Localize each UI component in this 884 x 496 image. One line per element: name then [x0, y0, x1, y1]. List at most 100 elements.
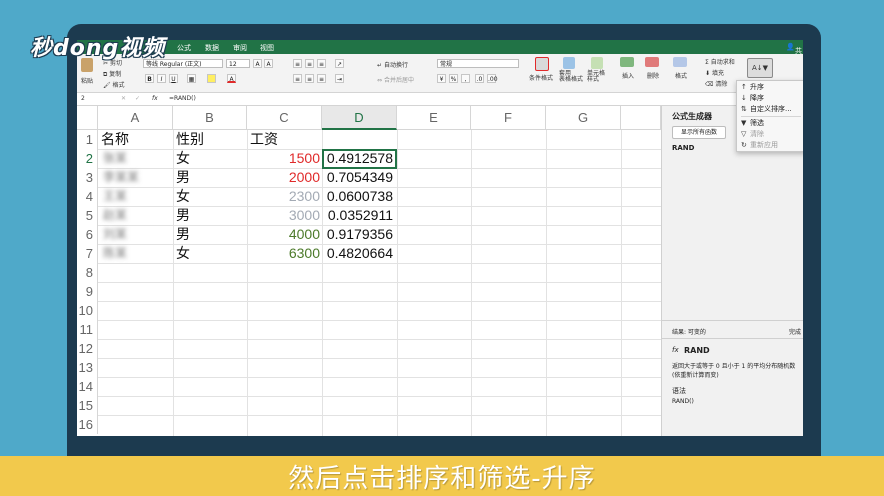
column-header-e[interactable]: E [397, 106, 471, 130]
confirm-icon[interactable]: ✓ [135, 95, 140, 102]
cell-name[interactable]: 陈某 [103, 244, 127, 263]
column-header-d[interactable]: D [322, 106, 397, 130]
show-all-functions-button[interactable]: 显示所有函数 [672, 126, 726, 139]
align-right-button[interactable]: ≡ [317, 74, 326, 83]
cell-gender[interactable]: 女 [176, 187, 190, 206]
row-header-7[interactable]: 7 [77, 244, 98, 263]
align-middle-button[interactable]: ≡ [305, 59, 314, 68]
align-left-button[interactable]: ≡ [293, 74, 302, 83]
row-header-12[interactable]: 12 [77, 339, 98, 358]
cell-name[interactable]: 刘某 [103, 225, 127, 244]
column-header-c[interactable]: C [247, 106, 322, 130]
percent-button[interactable]: % [449, 74, 458, 83]
cell-rand[interactable]: 0.0352911 [322, 206, 397, 225]
row-header-13[interactable]: 13 [77, 358, 98, 377]
name-box[interactable]: 2 [81, 95, 85, 102]
row-header-4[interactable]: 4 [77, 187, 98, 206]
insert-function-button[interactable]: fx [152, 95, 158, 102]
cell-name[interactable]: 赵某 [103, 206, 127, 225]
menu-item-reapply[interactable]: ↻ 重新应用 [741, 140, 803, 150]
cell-name[interactable]: 王某 [103, 187, 127, 206]
cell-rand[interactable]: 0.7054349 [322, 168, 397, 187]
menu-item-filter[interactable]: ▼ 筛选 [741, 118, 803, 128]
fill-button[interactable]: ⬇ 填充 [705, 68, 724, 77]
cell-rand[interactable]: 0.4820664 [322, 244, 397, 263]
done-button[interactable]: 完成 [789, 327, 801, 336]
cell-salary[interactable]: 2300 [247, 187, 322, 206]
row-header-11[interactable]: 11 [77, 320, 98, 339]
fill-color-button[interactable] [207, 74, 216, 83]
menu-item-custom-sort[interactable]: ⇅ 自定义排序... [741, 104, 803, 114]
row-header-5[interactable]: 5 [77, 206, 98, 225]
row-header-3[interactable]: 3 [77, 168, 98, 187]
cell-salary[interactable]: 3000 [247, 206, 322, 225]
decrease-decimal-button[interactable]: .00 [487, 74, 498, 83]
wrap-text-button[interactable]: ↵ 自动换行 [377, 60, 408, 69]
cell-gender[interactable]: 男 [176, 206, 190, 225]
row-header-9[interactable]: 9 [77, 282, 98, 301]
indent-button[interactable]: ⇥ [335, 74, 344, 83]
cell-gender[interactable]: 女 [176, 149, 190, 168]
borders-button[interactable]: ▦ [187, 74, 196, 83]
cell-rand[interactable]: 0.9179356 [322, 225, 397, 244]
merge-center-button[interactable]: ⇔ 合并后居中 [377, 75, 414, 84]
sort-filter-button[interactable]: A↓▼ [747, 58, 773, 78]
cell-gender[interactable]: 男 [176, 168, 190, 187]
tab-view[interactable]: 视图 [260, 43, 274, 53]
cell-c1[interactable]: 工资 [250, 130, 278, 149]
menu-item-sort-descending[interactable]: ↓ 降序 [741, 93, 803, 103]
cell-b1[interactable]: 性别 [176, 130, 204, 149]
row-header-10[interactable]: 10 [77, 301, 98, 320]
cell-salary[interactable]: 4000 [247, 225, 322, 244]
cell-gender[interactable]: 男 [176, 225, 190, 244]
tab-data[interactable]: 数据 [205, 43, 219, 53]
select-all-corner[interactable] [77, 106, 98, 130]
font-size-select[interactable]: 12 [226, 59, 250, 68]
shrink-font-button[interactable]: A [264, 59, 273, 68]
cell-rand[interactable]: 0.0600738 [322, 187, 397, 206]
autosum-button[interactable]: Σ 自动求和 [705, 57, 735, 66]
underline-button[interactable]: U [169, 74, 178, 83]
row-header-8[interactable]: 8 [77, 263, 98, 282]
column-header-f[interactable]: F [471, 106, 546, 130]
tab-formulas[interactable]: 公式 [177, 43, 191, 53]
clear-button[interactable]: ⌫ 清除 [705, 79, 727, 88]
share-button[interactable]: 👤 共享 [786, 43, 802, 65]
row-header-14[interactable]: 14 [77, 377, 98, 396]
cancel-icon[interactable]: ✕ [121, 95, 126, 102]
tab-review[interactable]: 审阅 [233, 43, 247, 53]
cell-salary[interactable]: 6300 [247, 244, 322, 263]
row-header-1[interactable]: 1 [77, 130, 98, 149]
increase-decimal-button[interactable]: .0 [475, 74, 484, 83]
formula-input[interactable]: =RAND() [169, 95, 196, 102]
column-header-h[interactable] [621, 106, 661, 130]
copy-button[interactable]: ⧉ 复制 [103, 69, 121, 79]
row-header-2[interactable]: 2 [77, 149, 98, 168]
column-header-b[interactable]: B [173, 106, 247, 130]
cell-salary[interactable]: 2000 [247, 168, 322, 187]
italic-button[interactable]: I [157, 74, 166, 83]
cell-name[interactable]: 张某 [103, 149, 127, 168]
row-header-15[interactable]: 15 [77, 396, 98, 415]
cell-gender[interactable]: 女 [176, 244, 190, 263]
grow-font-button[interactable]: A [253, 59, 262, 68]
bold-button[interactable]: B [145, 74, 154, 83]
menu-item-clear[interactable]: ▽ 清除 [741, 129, 803, 139]
align-center-button[interactable]: ≡ [305, 74, 314, 83]
cell-name[interactable]: 李某某 [103, 168, 139, 187]
cell-salary[interactable]: 1500 [247, 149, 322, 168]
selected-function[interactable]: RAND [672, 144, 694, 152]
cell-a1[interactable]: 名称 [101, 130, 129, 149]
column-header-g[interactable]: G [546, 106, 621, 130]
menu-item-sort-ascending[interactable]: ↑ 升序 [741, 82, 803, 92]
currency-button[interactable]: ¥ [437, 74, 446, 83]
number-format-select[interactable]: 常规 [437, 59, 519, 68]
align-top-button[interactable]: ≡ [293, 59, 302, 68]
font-color-button[interactable]: A [227, 74, 236, 83]
row-header-16[interactable]: 16 [77, 415, 98, 434]
column-header-a[interactable]: A [98, 106, 173, 130]
orientation-button[interactable]: ↗ [335, 59, 344, 68]
comma-button[interactable]: , [461, 74, 470, 83]
row-header-6[interactable]: 6 [77, 225, 98, 244]
format-painter-button[interactable]: 🖌 格式 [103, 80, 125, 89]
